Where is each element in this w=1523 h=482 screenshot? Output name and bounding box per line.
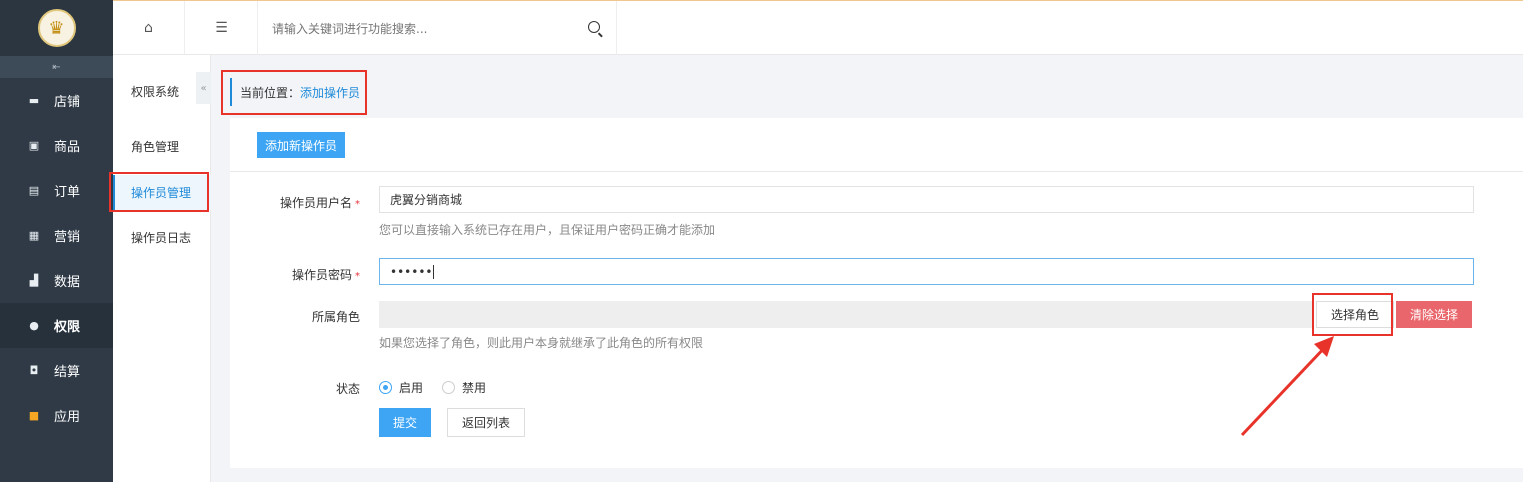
sidebar-item-data[interactable]: ▟ 数据: [0, 258, 113, 303]
store-icon: ▬: [28, 94, 40, 107]
sidebar-item-permission[interactable]: ● 权限: [0, 303, 113, 348]
marketing-icon: ▦: [28, 229, 40, 242]
sidebar-item-label: 店铺: [54, 95, 81, 110]
submenu-collapse-icon[interactable]: «: [196, 72, 211, 104]
password-label-text: 操作员密码: [291, 268, 352, 282]
brand-logo: ♛: [37, 9, 76, 47]
username-field[interactable]: 虎翼分销商城: [379, 186, 1474, 213]
sidebar-collapse-icon[interactable]: ⇤: [0, 56, 113, 78]
status-label: 状态: [335, 382, 360, 396]
sidebar-item-marketing[interactable]: ▦ 营销: [0, 213, 113, 258]
required-mark: *: [355, 271, 360, 282]
sidebar-item-label: 营销: [54, 230, 81, 245]
role-label: 所属角色: [311, 310, 360, 324]
submenu-item-label: 操作员管理: [131, 186, 192, 200]
form-tab-header: 添加新操作员: [230, 118, 1523, 172]
status-enabled-label: 启用: [399, 381, 424, 395]
password-field[interactable]: ••••••: [379, 258, 1474, 285]
sidebar-item-label: 应用: [54, 410, 81, 425]
role-field: [379, 301, 1312, 328]
data-icon: ▟: [29, 274, 39, 287]
submenu-title: 权限系统: [131, 85, 180, 99]
sidebar-item-store[interactable]: ▬ 店铺: [0, 78, 113, 123]
home-button[interactable]: ⌂: [113, 1, 185, 55]
tab-add-operator[interactable]: 添加新操作员: [257, 132, 346, 158]
order-icon: ▤: [28, 184, 40, 197]
select-role-button[interactable]: 选择角色: [1316, 301, 1395, 328]
status-disabled-radio[interactable]: 禁用: [442, 379, 486, 396]
radio-checked-icon: [379, 381, 392, 394]
sidebar-item-label: 订单: [54, 185, 81, 200]
username-label-text: 操作员用户名: [279, 196, 352, 210]
password-label: 操作员密码 *: [230, 266, 360, 283]
submenu-item-role-management[interactable]: 角色管理: [113, 129, 211, 164]
main-sidebar: ♛ ⇤ ▬ 店铺 ▣ 商品 ▤ 订单 ▦ 营销 ▟ 数据 ● 权限 ◘ 结算 ■…: [0, 0, 113, 482]
search-box: [258, 1, 617, 55]
sidebar-item-label: 商品: [54, 140, 81, 155]
status-disabled-label: 禁用: [462, 381, 487, 395]
sidebar-item-apps[interactable]: ■ 应用: [0, 393, 113, 438]
clear-selection-button[interactable]: 清除选择: [1396, 301, 1473, 328]
breadcrumb-prefix: 当前位置：: [240, 85, 301, 100]
sidebar-item-goods[interactable]: ▣ 商品: [0, 123, 113, 168]
breadcrumb-current[interactable]: 添加操作员: [300, 84, 360, 101]
sidebar-item-label: 结算: [54, 365, 81, 380]
menu-toggle-button[interactable]: ☰: [186, 1, 258, 55]
submenu-item-operator-log[interactable]: 操作员日志: [113, 220, 211, 255]
home-icon: ⌂: [144, 20, 153, 36]
submit-button[interactable]: 提交: [379, 408, 432, 437]
sidebar-item-label: 数据: [54, 275, 81, 290]
required-mark: *: [355, 199, 360, 210]
settlement-icon: ◘: [29, 364, 39, 377]
logo-area: ♛: [0, 0, 113, 56]
radio-unchecked-icon: [442, 381, 455, 394]
status-enabled-radio[interactable]: 启用: [379, 379, 423, 396]
sidebar-item-label: 权限: [54, 320, 81, 335]
app-root: ♛ ⇤ ▬ 店铺 ▣ 商品 ▤ 订单 ▦ 营销 ▟ 数据 ● 权限 ◘ 结算 ■…: [0, 0, 1523, 482]
username-label: 操作员用户名 *: [230, 194, 360, 211]
form-card: 添加新操作员 操作员用户名 * 虎翼分销商城 您可以直接输入系统已存在用户，且保证…: [230, 118, 1523, 468]
submenu-item-label: 角色管理: [131, 140, 180, 154]
menu-icon: ☰: [215, 20, 228, 36]
text-cursor: [433, 264, 435, 279]
search-icon[interactable]: [588, 21, 600, 33]
sub-menu: 权限系统 角色管理 操作员管理 操作员日志: [113, 55, 211, 482]
top-bar: ⌂ ☰: [113, 0, 1523, 55]
username-hint: 您可以直接输入系统已存在用户，且保证用户密码正确才能添加: [379, 223, 716, 237]
sidebar-item-settlement[interactable]: ◘ 结算: [0, 348, 113, 393]
back-to-list-button[interactable]: 返回列表: [447, 408, 526, 437]
breadcrumb: 当前位置： 添加操作员: [230, 78, 360, 106]
goods-icon: ▣: [28, 139, 40, 152]
submenu-item-operator-management[interactable]: 操作员管理: [113, 175, 211, 210]
submenu-item-label: 操作员日志: [131, 231, 192, 245]
permission-icon: ●: [29, 319, 39, 332]
role-hint: 如果您选择了角色，则此用户本身就继承了此角色的所有权限: [379, 336, 704, 350]
username-value: 虎翼分销商城: [390, 193, 463, 207]
password-value: ••••••: [390, 264, 433, 279]
sidebar-item-order[interactable]: ▤ 订单: [0, 168, 113, 213]
apps-icon: ■: [28, 409, 40, 422]
search-input[interactable]: [272, 19, 572, 39]
